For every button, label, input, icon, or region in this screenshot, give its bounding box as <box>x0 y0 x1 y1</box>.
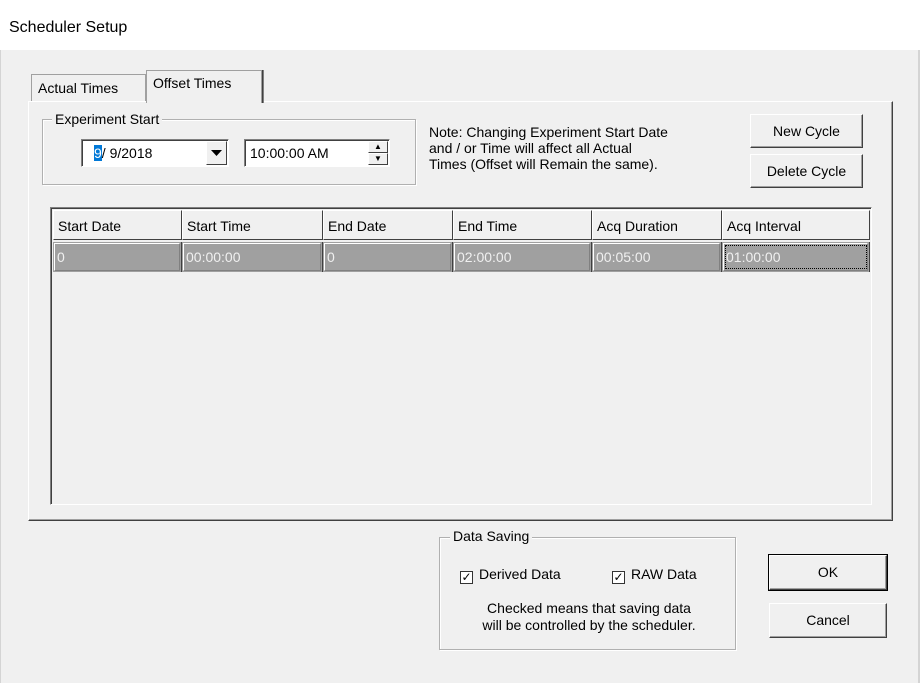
column-header-end-time[interactable]: End Time <box>453 210 592 240</box>
data-saving-note-line-1: Checked means that saving data <box>487 600 691 616</box>
cell-acq-duration-value: 00:05:00 <box>593 243 720 271</box>
cell-end-date[interactable]: 0 <box>323 242 453 272</box>
column-header-acq-interval[interactable]: Acq Interval <box>722 210 870 240</box>
column-header-start-time[interactable]: Start Time <box>182 210 323 240</box>
cell-end-time-value: 02:00:00 <box>454 243 590 271</box>
cell-start-date-value: 0 <box>54 243 180 271</box>
cell-acq-interval-value: 01:00:00 <box>723 243 868 271</box>
start-time-value: 10:00:00 AM <box>250 145 329 161</box>
cell-acq-duration[interactable]: 00:05:00 <box>592 242 722 272</box>
tab-actual-times[interactable]: Actual Times <box>31 74 146 101</box>
date-dropdown-button[interactable] <box>206 141 227 165</box>
note-line-3: Times (Offset will Remain the same). <box>429 156 658 172</box>
tab-actual-times-label: Actual Times <box>38 80 119 96</box>
note-line-1: Note: Changing Experiment Start Date <box>429 124 668 140</box>
cancel-button[interactable]: Cancel <box>769 603 887 638</box>
cell-end-date-value: 0 <box>324 243 451 271</box>
derived-data-check-icon[interactable]: ✓ <box>460 571 473 584</box>
experiment-start-label: Experiment Start <box>52 111 163 127</box>
tab-offset-times[interactable]: Offset Times <box>146 70 262 103</box>
raw-data-label: RAW Data <box>631 566 697 582</box>
ok-button[interactable]: OK <box>768 554 888 591</box>
chevron-down-icon <box>211 149 222 156</box>
start-date-picker[interactable]: 9/ 9/2018 <box>81 139 229 167</box>
cell-start-time-value: 00:00:00 <box>183 243 321 271</box>
start-change-note: Note: Changing Experiment Start Date and… <box>429 124 668 172</box>
spin-down-icon[interactable]: ▼ <box>368 153 388 165</box>
date-month-selected[interactable]: 9 <box>94 145 102 161</box>
title-bar: Scheduler Setup <box>0 0 920 50</box>
derived-data-label: Derived Data <box>479 566 561 582</box>
cycle-grid[interactable]: Start Date Start Time End Date End Time … <box>50 207 872 505</box>
cell-start-time[interactable]: 00:00:00 <box>182 242 323 272</box>
start-time-field[interactable]: 10:00:00 AM ▲ ▼ <box>244 139 390 167</box>
data-saving-note: Checked means that saving data will be c… <box>446 600 732 634</box>
window-title: Scheduler Setup <box>9 19 128 36</box>
new-cycle-button[interactable]: New Cycle <box>750 114 863 148</box>
column-header-end-date[interactable]: End Date <box>323 210 453 240</box>
note-line-2: and / or Time will affect all Actual <box>429 140 632 156</box>
raw-data-checkbox[interactable]: ✓ RAW Data <box>612 566 697 584</box>
raw-data-check-icon[interactable]: ✓ <box>612 571 625 584</box>
time-spinner[interactable]: ▲ ▼ <box>368 141 388 165</box>
data-saving-label: Data Saving <box>450 528 533 544</box>
column-header-start-date[interactable]: Start Date <box>53 210 182 240</box>
cell-end-time[interactable]: 02:00:00 <box>453 242 592 272</box>
column-header-acq-duration[interactable]: Acq Duration <box>592 210 722 240</box>
derived-data-checkbox[interactable]: ✓ Derived Data <box>460 566 561 584</box>
tab-offset-times-label: Offset Times <box>153 75 232 91</box>
spin-up-icon[interactable]: ▲ <box>368 141 388 153</box>
delete-cycle-button[interactable]: Delete Cycle <box>750 154 863 188</box>
window-border-left <box>0 50 1 683</box>
data-saving-note-line-2: will be controlled by the scheduler. <box>482 617 696 633</box>
cell-acq-interval[interactable]: 01:00:00 <box>722 242 870 272</box>
date-rest: / 9/2018 <box>101 145 153 161</box>
cell-start-date[interactable]: 0 <box>53 242 182 272</box>
